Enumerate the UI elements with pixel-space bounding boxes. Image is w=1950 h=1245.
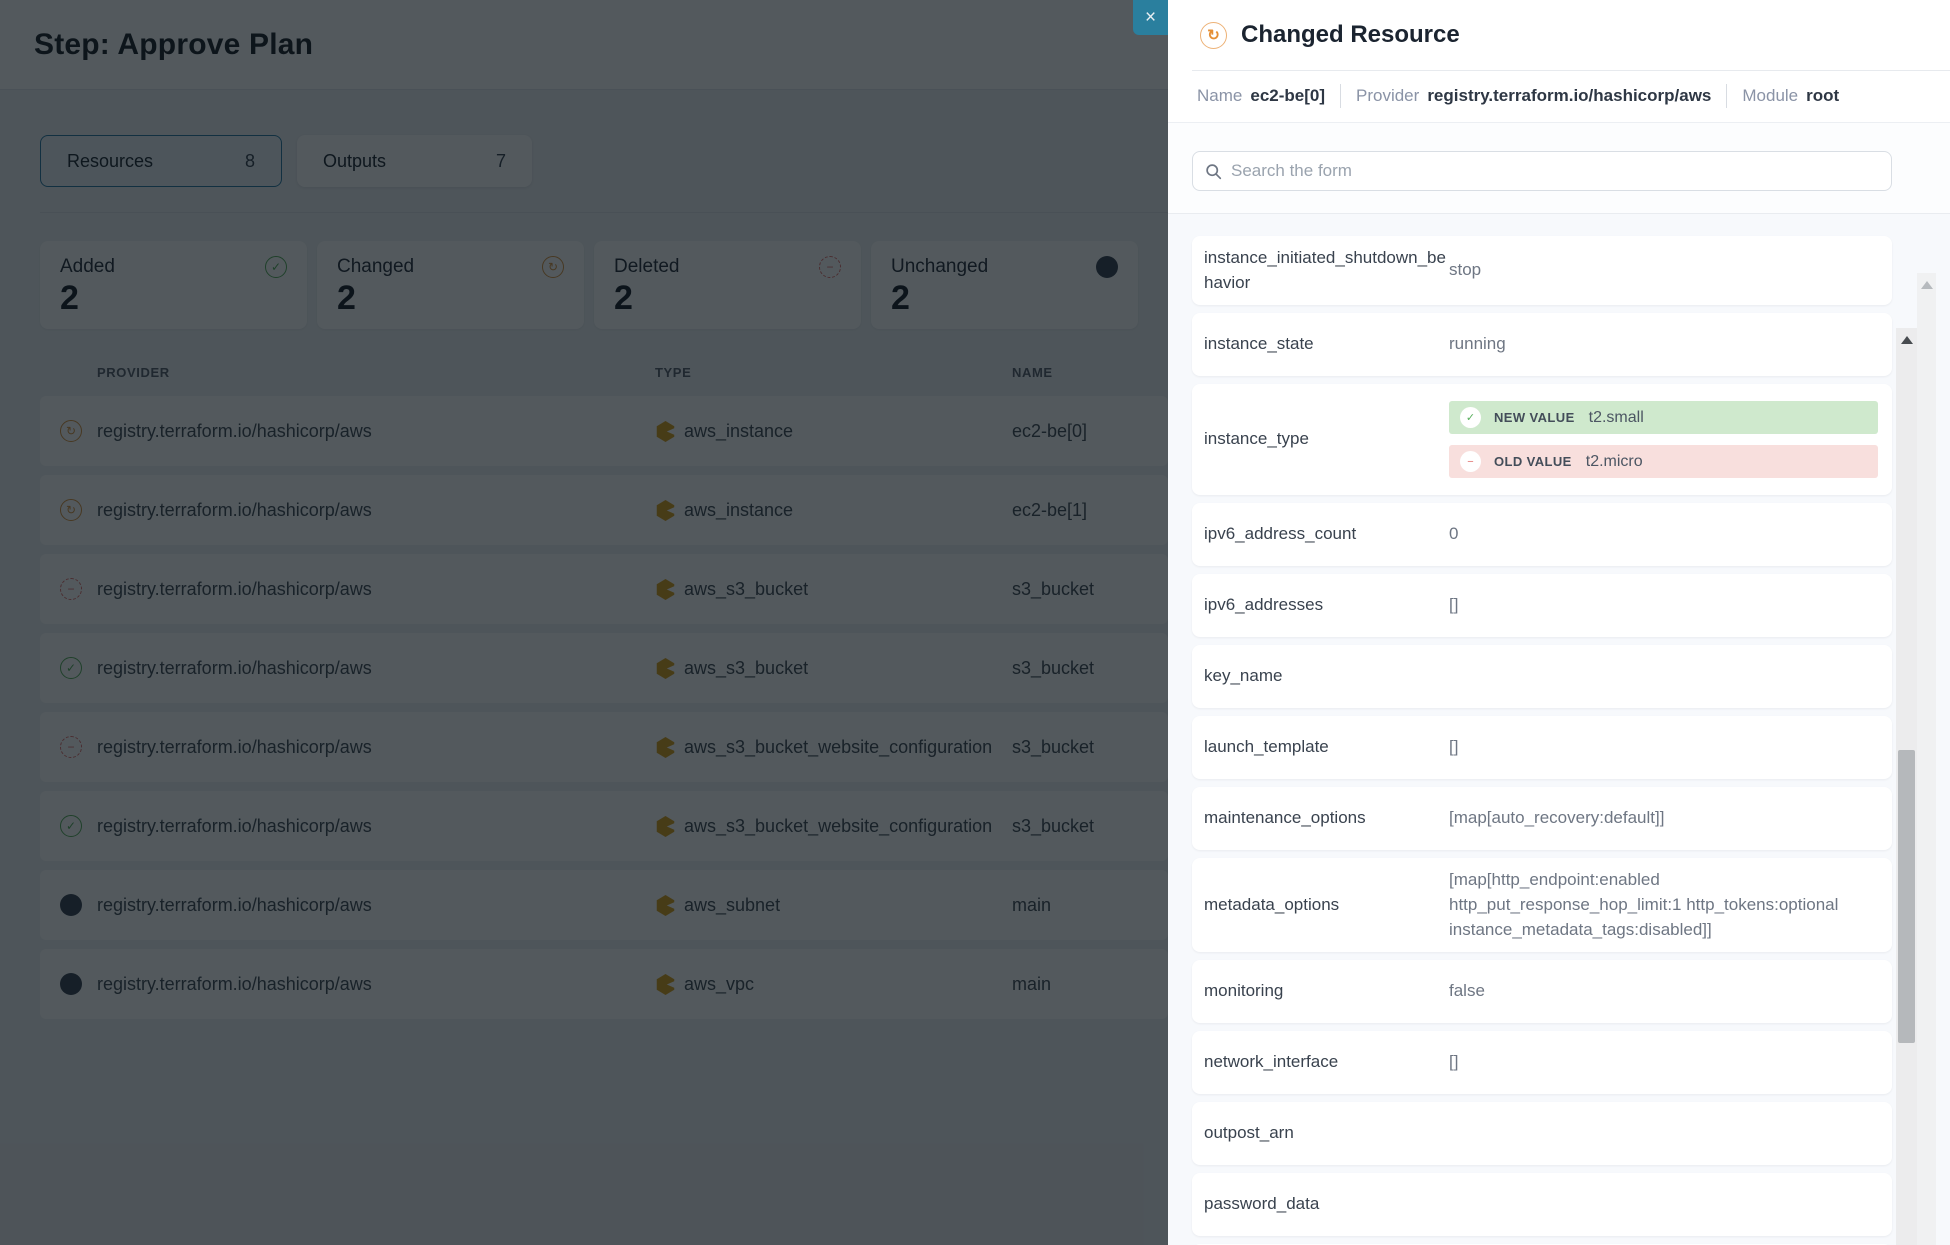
attribute-row: instance_state running — [1192, 313, 1892, 376]
list-scrollbar[interactable] — [1896, 328, 1917, 1245]
old-value-badge: − OLD VALUE t2.micro — [1449, 445, 1878, 478]
new-value-badge: ✓ NEW VALUE t2.small — [1449, 401, 1878, 434]
close-panel-button[interactable]: × — [1133, 0, 1168, 35]
scrollbar-thumb[interactable] — [1898, 750, 1915, 1043]
attribute-value: running — [1449, 332, 1878, 357]
old-value: t2.micro — [1586, 453, 1643, 471]
attribute-label: monitoring — [1204, 979, 1449, 1004]
attribute-label: launch_template — [1204, 735, 1449, 760]
attribute-value: [map[http_endpoint:enabled http_put_resp… — [1449, 868, 1878, 942]
attribute-value: stop — [1449, 258, 1878, 283]
search-area — [1168, 123, 1950, 214]
attribute-label: ipv6_addresses — [1204, 593, 1449, 618]
meta-divider — [1340, 84, 1341, 108]
resource-meta: Name ec2-be[0] Provider registry.terrafo… — [1168, 71, 1950, 121]
attribute-diff: ✓ NEW VALUE t2.small − OLD VALUE t2.micr… — [1449, 394, 1878, 485]
attribute-label: network_interface — [1204, 1050, 1449, 1075]
attribute-value: [] — [1449, 1050, 1878, 1075]
attribute-label: key_name — [1204, 664, 1449, 689]
attribute-row: key_name — [1192, 645, 1892, 708]
new-value: t2.small — [1589, 409, 1644, 427]
attribute-value: [] — [1449, 735, 1878, 760]
meta-name-value: ec2-be[0] — [1250, 86, 1325, 106]
attribute-label: instance_type — [1204, 427, 1449, 452]
meta-name-label: Name — [1197, 86, 1242, 106]
attribute-row: ipv6_addresses [] — [1192, 574, 1892, 637]
attribute-label: metadata_options — [1204, 893, 1449, 918]
attribute-label: ipv6_address_count — [1204, 522, 1449, 547]
attribute-value: [map[auto_recovery:default]] — [1449, 806, 1878, 831]
plan-page: Step: Approve Plan Resources 8 Outputs 7… — [0, 0, 1168, 1245]
meta-provider-label: Provider — [1356, 86, 1419, 106]
attribute-value: false — [1449, 979, 1878, 1004]
meta-divider — [1726, 84, 1727, 108]
minus-circle-icon: − — [1460, 451, 1481, 472]
approve-plan-screen: Step: Approve Plan Resources 8 Outputs 7… — [0, 0, 1950, 1245]
attribute-value: [] — [1449, 593, 1878, 618]
attribute-label: instance_state — [1204, 332, 1449, 357]
attribute-row: password_data — [1192, 1173, 1892, 1236]
panel-scrollbar[interactable] — [1917, 273, 1936, 1245]
meta-module-label: Module — [1742, 86, 1798, 106]
changed-resource-panel: ↻ Changed Resource Name ec2-be[0] Provid… — [1168, 0, 1950, 1245]
attribute-row: instance_initiated_shutdown_behavior sto… — [1192, 236, 1892, 305]
meta-module-value: root — [1806, 86, 1839, 106]
attribute-label: instance_initiated_shutdown_behavior — [1204, 246, 1449, 295]
panel-title: Changed Resource — [1241, 21, 1460, 49]
attribute-row: instance_type ✓ NEW VALUE t2.small − OLD… — [1192, 384, 1892, 495]
scroll-up-arrow-icon[interactable] — [1921, 281, 1933, 289]
check-circle-icon: ✓ — [1460, 407, 1481, 428]
panel-header: ↻ Changed Resource — [1192, 0, 1950, 71]
attribute-row: launch_template [] — [1192, 716, 1892, 779]
attribute-label: password_data — [1204, 1192, 1449, 1217]
old-value-label: OLD VALUE — [1494, 454, 1572, 469]
attribute-row: ipv6_address_count 0 — [1192, 503, 1892, 566]
attribute-row: outpost_arn — [1192, 1102, 1892, 1165]
attribute-label: maintenance_options — [1204, 806, 1449, 831]
form-search[interactable] — [1192, 151, 1892, 191]
scroll-up-arrow-icon[interactable] — [1901, 336, 1913, 344]
attribute-row: metadata_options [map[http_endpoint:enab… — [1192, 858, 1892, 952]
meta-provider-value: registry.terraform.io/hashicorp/aws — [1427, 86, 1711, 106]
refresh-circle-icon: ↻ — [1200, 22, 1227, 49]
new-value-label: NEW VALUE — [1494, 410, 1575, 425]
attribute-value: 0 — [1449, 522, 1878, 547]
search-input[interactable] — [1231, 161, 1879, 181]
attribute-row: monitoring false — [1192, 960, 1892, 1023]
search-icon — [1205, 163, 1222, 180]
attribute-row: maintenance_options [map[auto_recovery:d… — [1192, 787, 1892, 850]
panel-body: instance_initiated_shutdown_behavior sto… — [1168, 122, 1950, 1245]
field-list: instance_initiated_shutdown_behavior sto… — [1168, 214, 1950, 1245]
attribute-label: outpost_arn — [1204, 1121, 1449, 1146]
modal-dim-overlay — [0, 0, 1168, 1245]
attribute-row: network_interface [] — [1192, 1031, 1892, 1094]
